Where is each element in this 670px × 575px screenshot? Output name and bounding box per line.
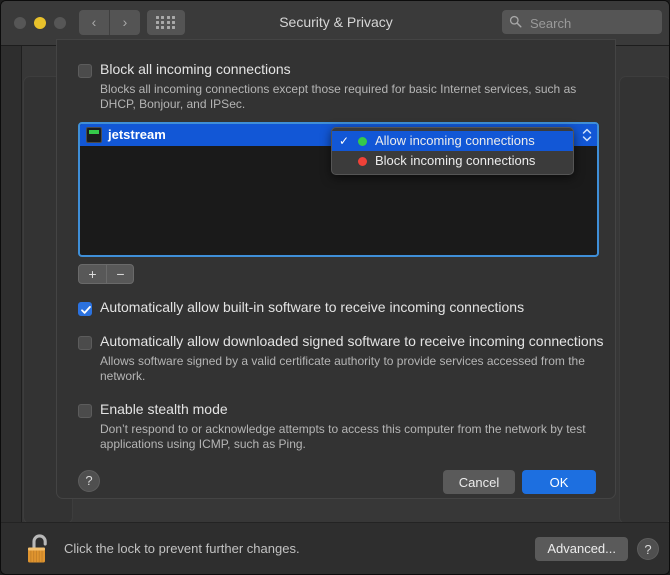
stealth-mode-checkbox[interactable] — [78, 404, 92, 418]
allow-status-dot — [358, 137, 367, 146]
stealth-mode-label: Enable stealth mode — [100, 401, 228, 417]
remove-application-button[interactable]: − — [106, 265, 134, 283]
search-input[interactable] — [528, 10, 660, 36]
auto-allow-signed-description: Allows software signed by a valid certif… — [100, 354, 585, 383]
popup-item-allow[interactable]: ✓ Allow incoming connections — [332, 131, 573, 151]
help-button[interactable]: ? — [637, 538, 659, 560]
list-item-label: jetstream — [108, 127, 166, 142]
auto-allow-builtin-label: Automatically allow built-in software to… — [100, 299, 525, 315]
block-all-connections-description: Blocks all incoming connections except t… — [100, 82, 577, 111]
preferences-window: ‹ › Security & Privacy Block all incomin… — [0, 0, 670, 575]
popup-item-block[interactable]: Block incoming connections — [332, 151, 573, 171]
checkmark-icon — [81, 306, 91, 314]
add-remove-button-group: + − — [78, 264, 134, 284]
auto-allow-signed-checkbox[interactable] — [78, 336, 92, 350]
block-all-connections-label: Block all incoming connections — [100, 61, 291, 77]
add-application-button[interactable]: + — [79, 265, 106, 283]
popup-item-block-label: Block incoming connections — [375, 153, 536, 168]
lock-status-text: Click the lock to prevent further change… — [64, 541, 300, 556]
connection-mode-stepper[interactable] — [579, 126, 595, 144]
bottom-bar: Click the lock to prevent further change… — [1, 522, 669, 574]
background-pane-edge — [1, 46, 22, 524]
connection-mode-popup-menu[interactable]: ✓ Allow incoming connections Block incom… — [331, 127, 574, 175]
block-all-connections-checkbox[interactable] — [78, 64, 92, 78]
search-field[interactable] — [502, 10, 662, 36]
stealth-mode-description: Don’t respond to or acknowledge attempts… — [100, 422, 586, 451]
block-status-dot — [358, 157, 367, 166]
search-icon — [509, 15, 522, 28]
auto-allow-signed-label: Automatically allow downloaded signed so… — [100, 333, 604, 349]
firewall-options-sheet: Block all incoming connections Blocks al… — [56, 39, 616, 499]
advanced-button[interactable]: Advanced... — [535, 537, 628, 561]
sheet-help-button[interactable]: ? — [78, 470, 100, 492]
popup-item-allow-label: Allow incoming connections — [375, 133, 535, 148]
background-card-right — [619, 76, 669, 524]
cancel-button[interactable]: Cancel — [443, 470, 515, 494]
terminal-icon — [86, 127, 102, 143]
checkmark-icon: ✓ — [339, 134, 350, 148]
ok-button[interactable]: OK — [522, 470, 596, 494]
unlocked-padlock-icon[interactable] — [23, 531, 57, 569]
auto-allow-builtin-checkbox[interactable] — [78, 302, 92, 316]
